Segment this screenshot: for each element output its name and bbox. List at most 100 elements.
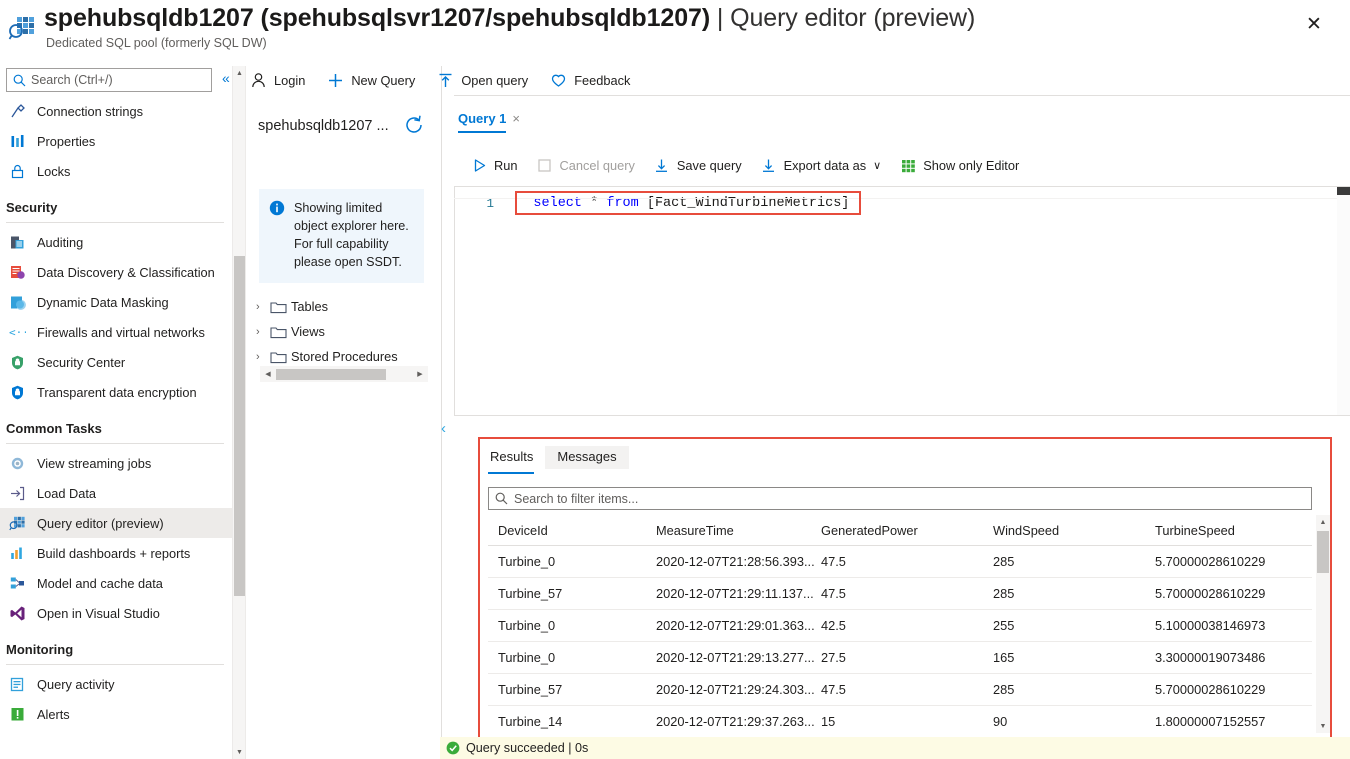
sidebar-item-query-editor[interactable]: Query editor (preview) — [0, 508, 232, 538]
chevron-right-icon[interactable]: › — [256, 301, 270, 313]
column-header-deviceid[interactable]: DeviceId — [488, 523, 656, 538]
new-query-button[interactable]: New Query — [327, 66, 425, 95]
sidebar-item-view-streaming-jobs[interactable]: View streaming jobs — [0, 448, 232, 478]
column-header-generatedpower[interactable]: GeneratedPower — [821, 523, 993, 538]
query-tab[interactable]: Query 1 × — [458, 104, 520, 132]
table-row[interactable]: Turbine_0 2020-12-07T21:29:13.277... 27.… — [488, 642, 1312, 674]
sidebar-item-firewalls[interactable]: <··> Firewalls and virtual networks — [0, 317, 232, 347]
tree-node-tables[interactable]: › Tables — [256, 294, 436, 319]
editor-gutter: 1 — [455, 187, 501, 415]
sidebar-item-label: Query activity — [37, 676, 115, 692]
sidebar-item-label: Data Discovery & Classification — [37, 264, 215, 280]
run-button[interactable]: Run — [470, 156, 517, 174]
sidebar-item-label: Load Data — [37, 485, 97, 501]
tab-messages[interactable]: Messages — [545, 446, 629, 469]
sidebar-item-query-activity[interactable]: Query activity — [0, 669, 232, 699]
sidebar-item-locks[interactable]: Locks — [0, 156, 232, 186]
cell-deviceid: Turbine_14 — [498, 714, 563, 729]
sidebar-item-security-center[interactable]: Security Center — [0, 347, 232, 377]
close-icon[interactable]: ✕ — [1300, 10, 1328, 38]
tree-node-label: Views — [291, 324, 325, 339]
query-tab-label: Query 1 — [458, 110, 507, 126]
scroll-right-icon[interactable]: ▶ — [412, 370, 428, 378]
svg-text:<··>: <··> — [9, 326, 26, 339]
alerts-icon — [8, 705, 27, 724]
results-tab-indicator — [488, 472, 534, 474]
scroll-up-icon[interactable]: ▲ — [1316, 515, 1330, 529]
page-header: spehubsqldb1207 (spehubsqlsvr1207/spehub… — [0, 0, 1350, 62]
open-query-button[interactable]: Open query — [437, 66, 538, 95]
table-row[interactable]: Turbine_0 2020-12-07T21:28:56.393... 47.… — [488, 546, 1312, 578]
toolbar-label: Run — [494, 157, 518, 173]
table-row[interactable]: Turbine_57 2020-12-07T21:29:11.137... 47… — [488, 578, 1312, 610]
editor-code-area[interactable]: select * from [Fact_WindTurbineMetrics] — [501, 193, 1350, 415]
divider — [441, 66, 442, 759]
sidebar-item-model-and-cache-data[interactable]: Model and cache data — [0, 568, 232, 598]
sidebar-item-transparent-data-encryption[interactable]: Transparent data encryption — [0, 377, 232, 407]
column-header-measuretime[interactable]: MeasureTime — [656, 523, 821, 538]
chevron-down-icon[interactable]: ∨ — [873, 159, 881, 172]
close-icon[interactable]: × — [512, 111, 520, 126]
results-filter-box[interactable] — [488, 487, 1312, 510]
sidebar-item-connection-strings[interactable]: Connection strings — [0, 96, 232, 126]
tree-node-views[interactable]: › Views — [256, 319, 436, 344]
sidebar-item-alerts[interactable]: Alerts — [0, 699, 232, 729]
sidebar-scrollbar[interactable]: ▲ ▼ — [232, 66, 245, 759]
chevron-right-icon[interactable]: › — [256, 351, 270, 363]
login-button[interactable]: Login — [250, 66, 315, 95]
upload-arrow-icon — [437, 72, 454, 89]
scrollbar-thumb[interactable] — [276, 368, 386, 380]
sidebar-collapse-button[interactable]: « — [222, 70, 230, 86]
sidebar-item-build-dashboards[interactable]: Build dashboards + reports — [0, 538, 232, 568]
panel-collapse-chevron[interactable]: ‹ — [441, 420, 446, 437]
export-data-as-button[interactable]: Export data as ∨ — [760, 156, 881, 174]
cell-measuretime: 2020-12-07T21:29:24.303... — [656, 682, 815, 697]
results-filter-input[interactable] — [514, 491, 1114, 506]
results-scrollbar[interactable]: ▲ ▼ — [1316, 515, 1330, 733]
sql-editor[interactable]: 1 select * from [Fact_WindTurbineMetrics… — [454, 186, 1350, 416]
column-header-turbinespeed[interactable]: TurbineSpeed — [1155, 523, 1305, 538]
object-explorer: spehubsqldb1207 ... Showing limited obje… — [246, 66, 442, 759]
code-line-1[interactable]: select * from [Fact_WindTurbineMetrics] — [501, 193, 1350, 215]
search-icon — [13, 74, 26, 87]
sidebar-item-properties[interactable]: Properties — [0, 126, 232, 156]
table-row[interactable]: Turbine_0 2020-12-07T21:29:01.363... 42.… — [488, 610, 1312, 642]
sidebar: « Connection strings Properties Locks — [0, 66, 232, 759]
sidebar-item-label: Auditing — [37, 234, 84, 250]
object-explorer-horizontal-scrollbar[interactable]: ◀ ▶ — [260, 366, 428, 382]
table-row[interactable]: Turbine_14 2020-12-07T21:29:37.263... 15… — [488, 706, 1312, 733]
scrollbar-thumb[interactable] — [1337, 187, 1350, 195]
shield-icon — [8, 353, 27, 372]
search-box[interactable] — [6, 68, 212, 92]
search-input[interactable] — [31, 73, 201, 87]
sidebar-item-open-in-visual-studio[interactable]: Open in Visual Studio — [0, 598, 232, 628]
folder-icon — [270, 325, 287, 339]
sidebar-item-data-discovery[interactable]: Data Discovery & Classification — [0, 257, 232, 287]
scroll-left-icon[interactable]: ◀ — [260, 370, 276, 378]
tree-node-label: Tables — [291, 299, 328, 314]
sidebar-item-load-data[interactable]: Load Data — [0, 478, 232, 508]
results-panel: Results Messages DeviceId MeasureTime Ge… — [478, 437, 1332, 739]
column-header-windspeed[interactable]: WindSpeed — [993, 523, 1155, 538]
toolbar-label: Export data as — [783, 157, 867, 173]
editor-toolbar: Run Cancel query Save query Export data … — [470, 152, 1037, 178]
sidebar-item-label: Firewalls and virtual networks — [37, 324, 205, 340]
scroll-down-icon[interactable]: ▼ — [1316, 719, 1330, 733]
cell-turbinespeed: 5.70000028610229 — [1155, 554, 1266, 569]
save-query-button[interactable]: Save query — [653, 156, 742, 174]
folder-icon — [270, 350, 287, 364]
sidebar-item-dynamic-data-masking[interactable]: Dynamic Data Masking — [0, 287, 232, 317]
cell-measuretime: 2020-12-07T21:29:37.263... — [656, 714, 815, 729]
feedback-button[interactable]: Feedback — [550, 66, 640, 95]
scrollbar-thumb[interactable] — [1317, 531, 1329, 573]
refresh-icon[interactable] — [403, 114, 425, 136]
command-label: New Query — [351, 73, 416, 88]
show-only-editor-button[interactable]: Show only Editor — [899, 156, 1019, 174]
sidebar-item-auditing[interactable]: Auditing — [0, 227, 232, 257]
tab-results[interactable]: Results — [486, 446, 545, 469]
divider — [6, 222, 224, 223]
table-row[interactable]: Turbine_57 2020-12-07T21:29:24.303... 47… — [488, 674, 1312, 706]
editor-scrollbar[interactable] — [1337, 187, 1350, 415]
scrollbar-thumb[interactable] — [234, 256, 245, 596]
chevron-right-icon[interactable]: › — [256, 326, 270, 338]
